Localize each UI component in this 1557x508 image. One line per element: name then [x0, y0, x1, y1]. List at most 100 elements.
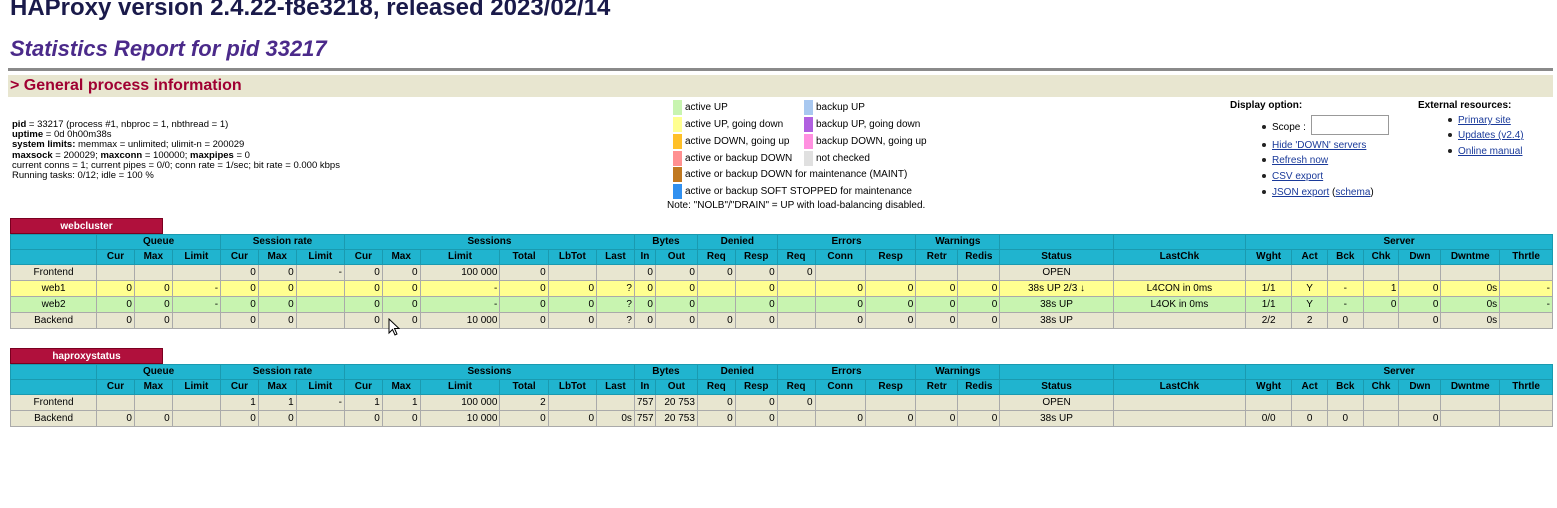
table-cell: 0	[696, 394, 736, 411]
table-cell	[96, 264, 135, 281]
group-header	[9, 234, 98, 250]
column-header: Last	[596, 379, 635, 395]
hide-down-link[interactable]: Hide 'DOWN' servers	[1262, 140, 1366, 151]
column-header: Limit	[171, 249, 222, 265]
schema-link[interactable]: schema	[1335, 187, 1370, 198]
table-cell	[596, 264, 635, 281]
table-cell	[295, 312, 345, 329]
table-cell	[814, 394, 866, 411]
column-header: Max	[381, 379, 421, 395]
legend-item: active DOWN, going up	[673, 134, 790, 149]
group-header: Bytes	[633, 364, 698, 380]
table-cell: 0	[499, 410, 549, 427]
bullet-icon	[1448, 133, 1452, 138]
table-cell: 20 753	[654, 394, 698, 411]
table-cell	[1440, 394, 1501, 411]
table-cell: -	[1326, 296, 1364, 313]
bullet-icon	[1448, 118, 1452, 123]
table-cell: 1/1	[1245, 296, 1293, 313]
json-export-link[interactable]: JSON export (schema)	[1262, 187, 1374, 198]
table-cell: L4CON in 0ms	[1112, 280, 1247, 297]
column-header: Retr	[915, 379, 959, 395]
table-cell: -	[171, 296, 222, 313]
online-manual-link[interactable]: Online manual	[1448, 146, 1522, 157]
group-header: Errors	[776, 234, 917, 250]
column-header: Wght	[1245, 249, 1293, 265]
legend-item: active or backup DOWN for maintenance (M…	[673, 167, 907, 182]
group-header: Warnings	[915, 234, 1001, 250]
table-cell	[1362, 410, 1400, 427]
table-cell: -	[1499, 296, 1553, 313]
table-cell	[776, 312, 816, 329]
column-header: Cur	[96, 249, 135, 265]
legend-item: active UP	[673, 100, 728, 115]
table-cell: 0	[957, 280, 1001, 297]
table-cell: 10 000	[419, 312, 501, 329]
column-header: Dwntme	[1440, 379, 1501, 395]
table-cell: 0s	[596, 410, 635, 427]
table-cell: -	[419, 280, 501, 297]
table-cell: 0s	[1440, 312, 1501, 329]
table-cell	[1245, 264, 1293, 281]
updates-link[interactable]: Updates (v2.4)	[1448, 130, 1524, 141]
column-header: Req	[696, 379, 736, 395]
column-header: Req	[776, 379, 816, 395]
table-cell: 0	[1362, 296, 1400, 313]
table-row: web1 0 0-0 0 0 0-0 0? 0 0 0 0 0 0 0 38s UP 2/3 ↓ L4CON …	[9, 280, 1553, 297]
column-header: Out	[654, 249, 698, 265]
table-cell: 0	[654, 312, 698, 329]
proxy-name-webcluster[interactable]: webcluster	[10, 218, 163, 234]
table-cell: 1	[257, 394, 297, 411]
table-cell: 0	[864, 280, 917, 297]
column-header: Bck	[1326, 379, 1364, 395]
table-cell: 0	[654, 296, 698, 313]
table-cell: Y	[1291, 296, 1328, 313]
table-cell: 0	[381, 264, 421, 281]
table-cell: -	[419, 296, 501, 313]
table-cell	[596, 394, 635, 411]
table-cell: 0	[257, 296, 297, 313]
table-cell	[1398, 394, 1442, 411]
table-cell: 0	[1326, 410, 1364, 427]
table-cell: 0	[133, 312, 173, 329]
column-header: Limit	[419, 379, 501, 395]
scope-input[interactable]	[1311, 115, 1389, 135]
refresh-link[interactable]: Refresh now	[1262, 155, 1328, 166]
table-cell: 0	[220, 312, 259, 329]
table-cell: 0	[547, 410, 598, 427]
table-cell: 38s UP	[999, 296, 1114, 313]
table-cell	[295, 280, 345, 297]
table-cell: 1	[1362, 280, 1400, 297]
group-header: Errors	[776, 364, 917, 380]
column-header: Cur	[343, 379, 383, 395]
column-header: Act	[1291, 379, 1328, 395]
column-header: Chk	[1362, 249, 1400, 265]
table-cell	[814, 264, 866, 281]
table-cell: 0	[957, 312, 1001, 329]
process-info: pid = 33217 (process #1, nbproc = 1, nbt…	[12, 119, 340, 181]
primary-site-link[interactable]: Primary site	[1448, 115, 1511, 126]
table-cell: -	[171, 280, 222, 297]
group-header: Sessions	[343, 234, 635, 250]
report-title: Statistics Report for pid 33217	[10, 36, 327, 61]
table-cell: 0	[734, 280, 778, 297]
table-cell: 0	[734, 394, 778, 411]
proxy-name-haproxystatus[interactable]: haproxystatus	[10, 348, 163, 364]
group-header: Sessions	[343, 364, 635, 380]
table-cell	[295, 410, 345, 427]
csv-export-link[interactable]: CSV export	[1262, 171, 1323, 182]
row-name: web1	[9, 280, 98, 297]
table-cell	[1291, 394, 1328, 411]
table-cell: 0	[343, 296, 383, 313]
table-cell: 100 000	[419, 394, 501, 411]
column-header: Max	[257, 249, 297, 265]
legend-swatch	[804, 134, 813, 149]
table-cell	[776, 410, 816, 427]
column-header: Last	[596, 249, 635, 265]
column-header: Total	[499, 249, 549, 265]
column-header: Redis	[957, 249, 1001, 265]
legend-item: active or backup DOWN	[673, 151, 792, 166]
table-cell: 0	[776, 264, 816, 281]
group-header	[999, 234, 1114, 250]
table-cell	[133, 394, 173, 411]
